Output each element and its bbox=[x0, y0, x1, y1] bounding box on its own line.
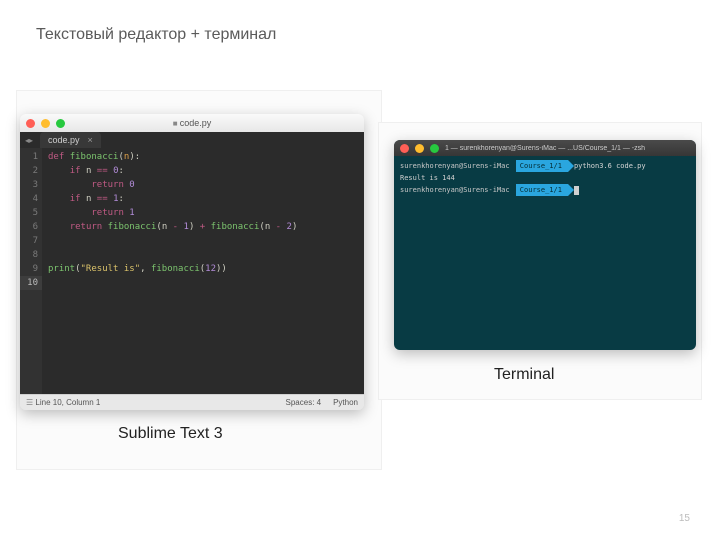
tab-close-icon[interactable]: × bbox=[88, 135, 93, 145]
tab-code-py[interactable]: code.py × bbox=[40, 132, 101, 148]
slide-title: Текстовый редактор + терминал bbox=[36, 26, 276, 44]
status-lang[interactable]: Python bbox=[333, 398, 358, 407]
cursor-icon bbox=[574, 186, 579, 195]
tab-bar: ◂▸ code.py × bbox=[20, 132, 364, 148]
sublime-titlebar[interactable]: code.py bbox=[20, 114, 364, 132]
status-left[interactable]: Line 10, Column 1 bbox=[26, 398, 100, 407]
caption-terminal: Terminal bbox=[494, 366, 554, 384]
status-bar: Line 10, Column 1 Spaces: 4 Python bbox=[20, 394, 364, 410]
path-segment: Course_1/1 bbox=[516, 160, 568, 172]
terminal-window: 1 — surenkhorenyan@Surens-iMac — ...US/C… bbox=[394, 140, 696, 350]
window-title: 1 — surenkhorenyan@Surens-iMac — ...US/C… bbox=[394, 145, 696, 152]
nav-chevrons-icon[interactable]: ◂▸ bbox=[20, 132, 38, 148]
path-segment: Course_1/1 bbox=[516, 184, 568, 196]
code-content[interactable]: def fibonacci(n): if n == 0: return 0 if… bbox=[42, 148, 297, 394]
output-line: Result is 144 bbox=[400, 172, 690, 184]
editor-area[interactable]: 1 2 3 4 5 6 7 8 9 10 def fibonacci(n): i… bbox=[20, 148, 364, 394]
terminal-content[interactable]: surenkhorenyan@Surens-iMac Course_1/1pyt… bbox=[394, 156, 696, 200]
page-number: 15 bbox=[679, 513, 690, 524]
tab-label: code.py bbox=[48, 135, 80, 145]
caption-sublime: Sublime Text 3 bbox=[118, 424, 248, 443]
sublime-window: code.py ◂▸ code.py × 1 2 3 4 5 6 7 8 9 1… bbox=[20, 114, 364, 410]
terminal-titlebar[interactable]: 1 — surenkhorenyan@Surens-iMac — ...US/C… bbox=[394, 140, 696, 156]
line-gutter: 1 2 3 4 5 6 7 8 9 10 bbox=[20, 148, 42, 394]
window-title: code.py bbox=[20, 118, 364, 128]
status-spaces[interactable]: Spaces: 4 bbox=[286, 398, 322, 407]
